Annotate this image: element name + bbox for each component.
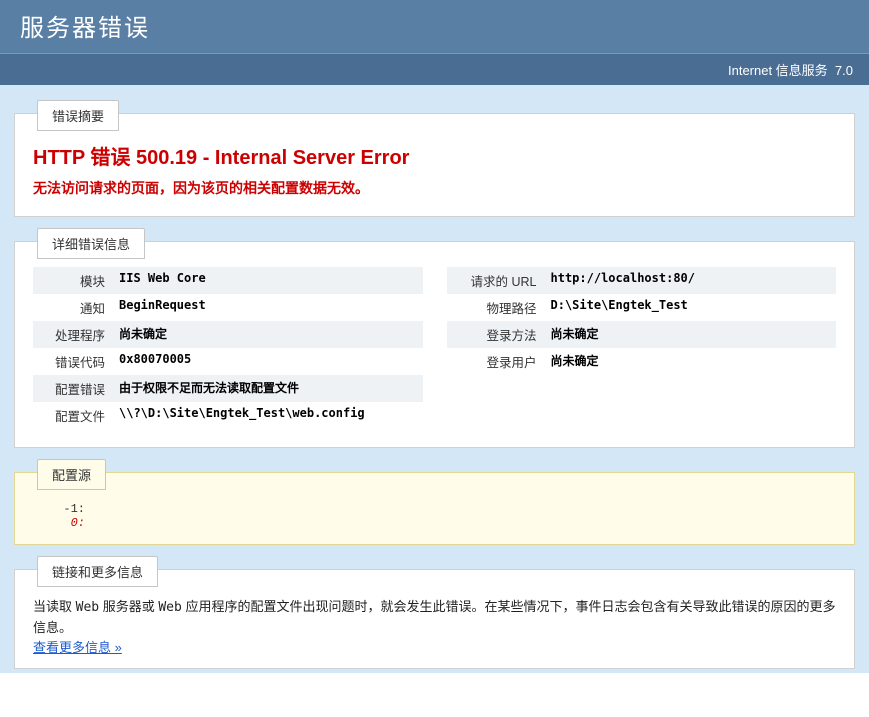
detail-label: 配置错误 bbox=[33, 375, 113, 402]
detail-label: 请求的 URL bbox=[447, 267, 545, 294]
detail-value: 0x80070005 bbox=[113, 348, 423, 375]
error-description: 无法访问请求的页面，因为该页的相关配置数据无效。 bbox=[33, 178, 836, 198]
error-summary-legend: 错误摘要 bbox=[37, 100, 119, 131]
table-row: 请求的 URLhttp://localhost:80/ bbox=[447, 267, 837, 294]
page-title: 服务器错误 bbox=[20, 8, 849, 43]
detail-value: 尚未确定 bbox=[113, 321, 423, 348]
table-row: 登录用户尚未确定 bbox=[447, 348, 837, 375]
detail-value: 由于权限不足而无法读取配置文件 bbox=[113, 375, 423, 402]
details-left-column: 模块IIS Web Core 通知BeginRequest 处理程序尚未确定 错… bbox=[33, 267, 423, 429]
details-right-column: 请求的 URLhttp://localhost:80/ 物理路径D:\Site\… bbox=[447, 267, 837, 429]
detail-label: 错误代码 bbox=[33, 348, 113, 375]
detail-value: http://localhost:80/ bbox=[545, 267, 837, 294]
error-summary-panel: 错误摘要 HTTP 错误 500.19 - Internal Server Er… bbox=[14, 113, 855, 217]
iis-version: 7.0 bbox=[835, 63, 853, 78]
links-text: 当读取 Web 服务器或 Web 应用程序的配置文件出现问题时，就会发生此错误。… bbox=[33, 597, 836, 637]
table-row: 物理路径D:\Site\Engtek_Test bbox=[447, 294, 837, 321]
table-row: 错误代码0x80070005 bbox=[33, 348, 423, 375]
config-source-panel: 配置源 -1: 0: bbox=[14, 472, 855, 545]
content-area: 错误摘要 HTTP 错误 500.19 - Internal Server Er… bbox=[0, 85, 869, 673]
table-row: 登录方法尚未确定 bbox=[447, 321, 837, 348]
more-info-link[interactable]: 查看更多信息 » bbox=[33, 640, 122, 655]
config-source-legend: 配置源 bbox=[37, 459, 106, 490]
table-row: 配置文件\\?\D:\Site\Engtek_Test\web.config bbox=[33, 402, 423, 429]
detail-value: 尚未确定 bbox=[545, 348, 837, 375]
detail-value: \\?\D:\Site\Engtek_Test\web.config bbox=[113, 402, 423, 429]
detail-label: 配置文件 bbox=[33, 402, 113, 429]
config-line: 0: bbox=[57, 516, 836, 530]
iis-label: Internet 信息服务 bbox=[728, 63, 828, 78]
page-header: 服务器错误 bbox=[0, 0, 869, 53]
detail-value: IIS Web Core bbox=[113, 267, 423, 294]
detail-value: D:\Site\Engtek_Test bbox=[545, 294, 837, 321]
page-subheader: Internet 信息服务 7.0 bbox=[0, 53, 869, 85]
config-source-content: -1: 0: bbox=[33, 502, 836, 530]
error-details-panel: 详细错误信息 模块IIS Web Core 通知BeginRequest 处理程… bbox=[14, 241, 855, 448]
table-row: 配置错误由于权限不足而无法读取配置文件 bbox=[33, 375, 423, 402]
detail-label: 通知 bbox=[33, 294, 113, 321]
table-row: 模块IIS Web Core bbox=[33, 267, 423, 294]
config-line: -1: bbox=[57, 502, 836, 516]
detail-value: BeginRequest bbox=[113, 294, 423, 321]
detail-label: 登录用户 bbox=[447, 348, 545, 375]
detail-label: 登录方法 bbox=[447, 321, 545, 348]
error-title: HTTP 错误 500.19 - Internal Server Error bbox=[33, 141, 836, 170]
detail-label: 模块 bbox=[33, 267, 113, 294]
detail-label: 处理程序 bbox=[33, 321, 113, 348]
detail-label: 物理路径 bbox=[447, 294, 545, 321]
table-row: 通知BeginRequest bbox=[33, 294, 423, 321]
table-row: 处理程序尚未确定 bbox=[33, 321, 423, 348]
links-legend: 链接和更多信息 bbox=[37, 556, 158, 587]
error-details-legend: 详细错误信息 bbox=[37, 228, 145, 259]
detail-value: 尚未确定 bbox=[545, 321, 837, 348]
links-panel: 链接和更多信息 当读取 Web 服务器或 Web 应用程序的配置文件出现问题时，… bbox=[14, 569, 855, 669]
